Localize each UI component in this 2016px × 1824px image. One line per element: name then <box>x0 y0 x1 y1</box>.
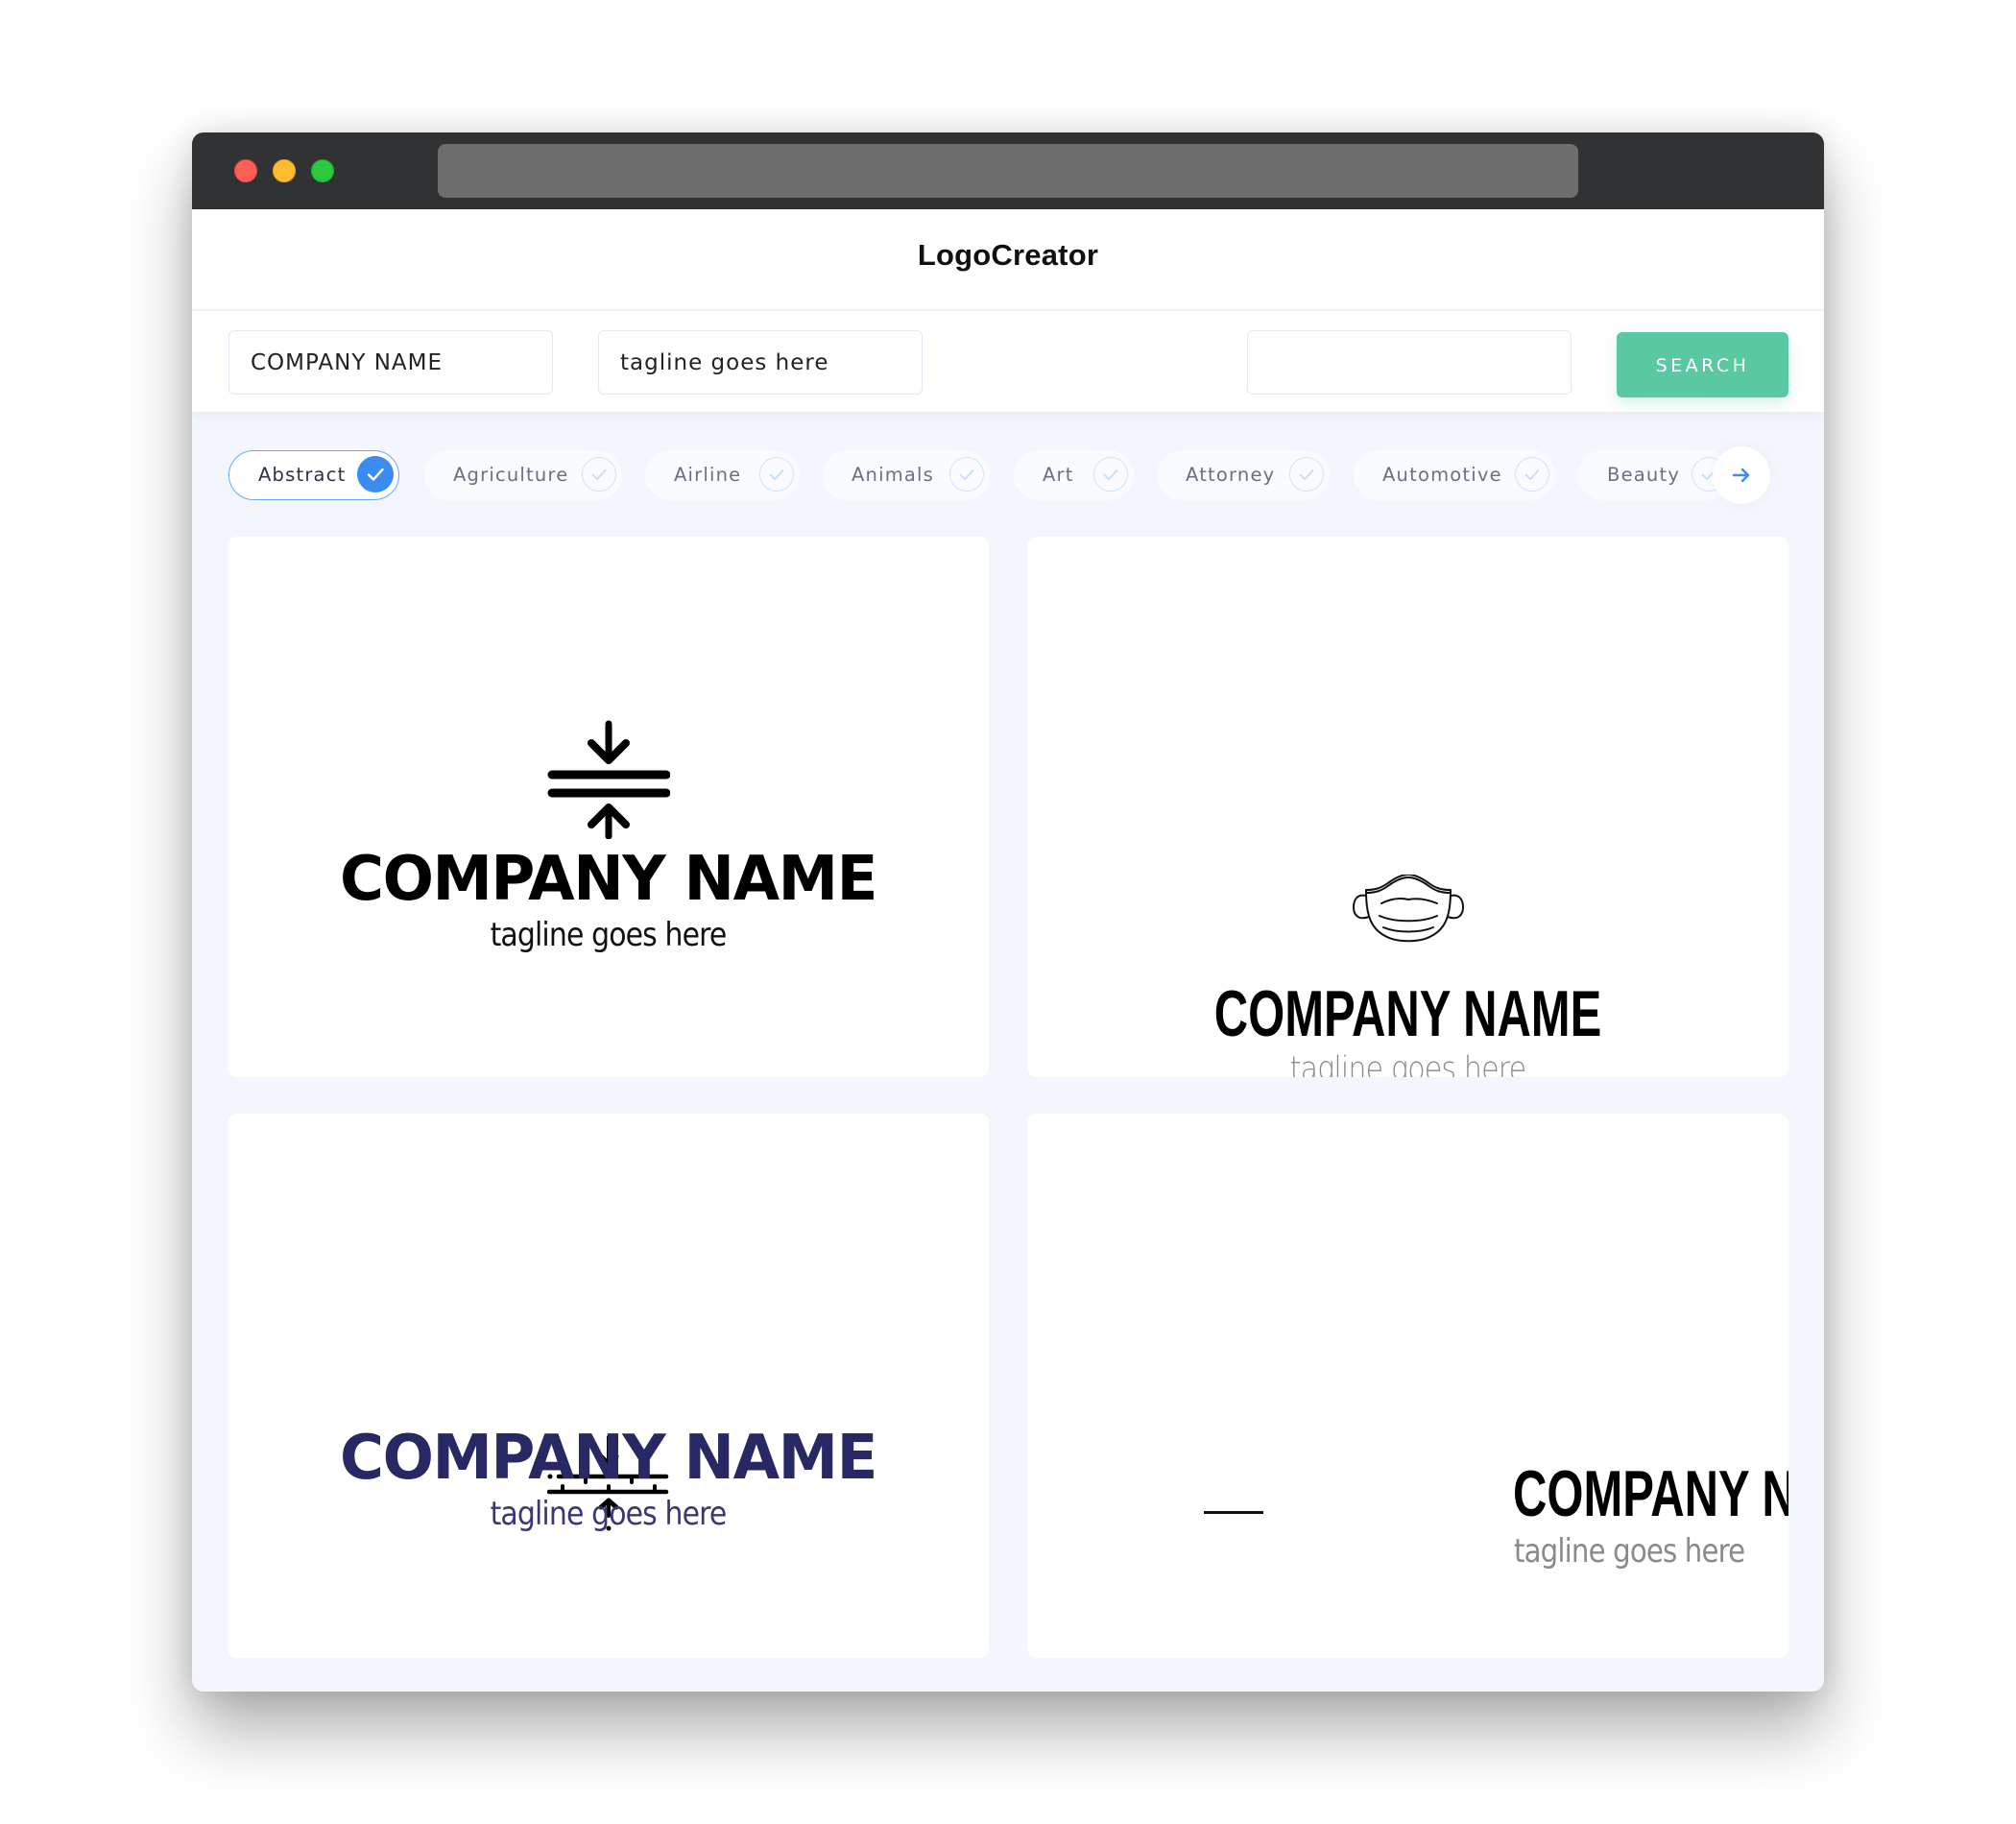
category-chip-beauty[interactable]: Beauty <box>1578 450 1732 500</box>
app-title: LogoCreator <box>917 238 1099 272</box>
face-mask-icon <box>1353 875 1464 943</box>
logo-card[interactable]: COMPANY NAME tagline goes here <box>228 1114 989 1658</box>
close-window-button[interactable] <box>234 159 257 182</box>
check-icon <box>582 457 616 492</box>
maximize-window-button[interactable] <box>311 159 334 182</box>
browser-window: LogoCreator SEARCH Abstract Agriculture … <box>192 132 1824 1692</box>
keyword-input[interactable] <box>1247 330 1572 395</box>
logo-company-name: COMPANY NAME <box>1213 977 1602 1050</box>
category-chip-label: Airline <box>674 464 742 486</box>
logo-card[interactable]: COMPANY NAME tagline goes here <box>1027 537 1788 1077</box>
logo-card[interactable]: COMPANY NAME tagline goes here <box>228 537 989 1077</box>
browser-chrome <box>192 132 1824 209</box>
category-chip-animals[interactable]: Animals <box>823 450 990 500</box>
next-categories-button[interactable] <box>1713 446 1770 504</box>
company-name-input[interactable] <box>228 330 553 395</box>
arrow-right-icon <box>1732 468 1750 483</box>
compress-vertical-arrows-icon <box>547 720 670 839</box>
check-icon <box>357 456 394 492</box>
logo-company-name: COMPANY NAME <box>340 1423 877 1494</box>
category-filter-bar: Abstract Agriculture Airline Animals Art <box>192 446 1824 504</box>
category-chip-abstract[interactable]: Abstract <box>228 450 399 500</box>
check-icon <box>1093 457 1128 492</box>
address-bar[interactable] <box>438 144 1578 198</box>
logo-company-name: COMPANY NAME <box>1513 1457 1788 1530</box>
logo-tagline: tagline goes here <box>490 1495 728 1533</box>
check-icon <box>949 457 984 492</box>
tagline-input[interactable] <box>598 330 923 395</box>
check-icon <box>759 457 794 492</box>
minimize-window-button[interactable] <box>273 159 296 182</box>
category-chip-label: Agriculture <box>453 464 569 486</box>
category-chip-attorney[interactable]: Attorney <box>1157 450 1330 500</box>
logo-tagline: tagline goes here <box>1514 1532 1745 1571</box>
logo-card[interactable]: COMPANY NAME tagline goes here <box>1027 1114 1788 1658</box>
app-header: LogoCreator <box>192 209 1824 309</box>
category-chip-label: Attorney <box>1186 464 1276 486</box>
category-chip-airline[interactable]: Airline <box>645 450 800 500</box>
category-chip-automotive[interactable]: Automotive <box>1354 450 1555 500</box>
search-bar: SEARCH <box>192 311 1824 412</box>
category-chip-label: Art <box>1043 464 1074 486</box>
category-chip-art[interactable]: Art <box>1014 450 1134 500</box>
dash-line-icon <box>1204 1511 1263 1514</box>
check-icon <box>1515 457 1549 492</box>
category-chip-label: Beauty <box>1607 464 1681 486</box>
check-icon <box>1289 457 1324 492</box>
search-button[interactable]: SEARCH <box>1617 332 1788 397</box>
category-chip-agriculture[interactable]: Agriculture <box>424 450 622 500</box>
logo-tagline: tagline goes here <box>490 916 728 954</box>
category-chip-label: Abstract <box>258 464 347 486</box>
logo-tagline: tagline goes here <box>1289 1050 1527 1077</box>
category-chip-label: Automotive <box>1382 464 1502 486</box>
category-chip-label: Animals <box>852 464 935 486</box>
logo-company-name: COMPANY NAME <box>340 844 877 915</box>
